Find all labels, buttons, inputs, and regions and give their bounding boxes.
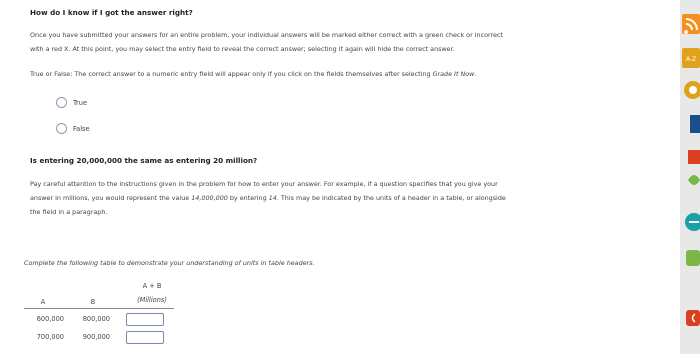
example-value: 14,000,000 (191, 194, 228, 202)
right-toolbar: A-Z (680, 0, 700, 354)
grade-it-now-text: Grade It Now (432, 70, 475, 78)
red-icon[interactable] (686, 310, 700, 326)
paragraph-line: Pay careful attention to the instruction… (30, 180, 498, 188)
rss-icon[interactable] (682, 14, 700, 34)
header-a: A (40, 298, 46, 306)
main-content: How do I know if I got the answer right?… (0, 0, 676, 354)
paragraph-line: the field in a paragraph. (30, 208, 108, 216)
radio-button[interactable] (56, 97, 67, 108)
circle-icon[interactable] (684, 81, 700, 99)
prompt-text: True or False: The correct answer to a n… (30, 70, 433, 78)
line-middle: by entering (227, 194, 269, 202)
paragraph-line: answer in millions, you would represent … (30, 191, 620, 205)
radio-button[interactable] (56, 123, 67, 134)
leaf-icon[interactable] (688, 175, 700, 185)
teal-icon[interactable] (685, 213, 700, 231)
instructions-paragraph: Once you have submitted your answers for… (30, 28, 620, 56)
cell-b: 900,000 (82, 333, 110, 341)
question-title: How do I know if I got the answer right? (30, 8, 193, 17)
option-label: True (73, 98, 88, 107)
cell-b: 800,000 (82, 315, 110, 323)
paragraph-line: Once you have submitted your answers for… (30, 31, 503, 39)
units-table: A + B A B (Millions) 600,000 800,000 700… (24, 282, 174, 352)
toolbar-icons: A-Z (682, 14, 700, 326)
az-label: A-Z (686, 56, 696, 63)
line-suffix: . This may be indicated by the units of … (276, 194, 506, 202)
option-true[interactable]: True (56, 97, 87, 108)
header-units: (Millions) (137, 296, 167, 304)
answer-input[interactable] (126, 313, 164, 326)
table-instruction: Complete the following table to demonstr… (24, 259, 315, 267)
option-false[interactable]: False (56, 123, 90, 134)
answer-input[interactable] (126, 331, 164, 344)
green-icon[interactable] (686, 250, 700, 266)
header-sum: A + B (142, 282, 162, 290)
flag-icon[interactable] (688, 150, 700, 164)
line-prefix: answer in millions, you would represent … (30, 194, 192, 202)
cell-a: 700,000 (36, 333, 64, 341)
prompt-suffix: . (474, 70, 477, 78)
paragraph-line: with a red X. At this point, you may sel… (30, 45, 455, 53)
true-false-prompt: True or False: The correct answer to a n… (30, 67, 620, 81)
header-b: B (90, 298, 96, 306)
units-paragraph: Pay careful attention to the instruction… (30, 177, 620, 219)
question2-title: Is entering 20,000,000 the same as enter… (30, 156, 258, 165)
az-icon[interactable]: A-Z (682, 48, 700, 68)
example-entry: 14 (268, 194, 277, 202)
bookmark-icon[interactable] (690, 115, 700, 133)
header-divider (24, 308, 174, 309)
cell-a: 600,000 (36, 315, 64, 323)
option-label: False (73, 124, 90, 133)
